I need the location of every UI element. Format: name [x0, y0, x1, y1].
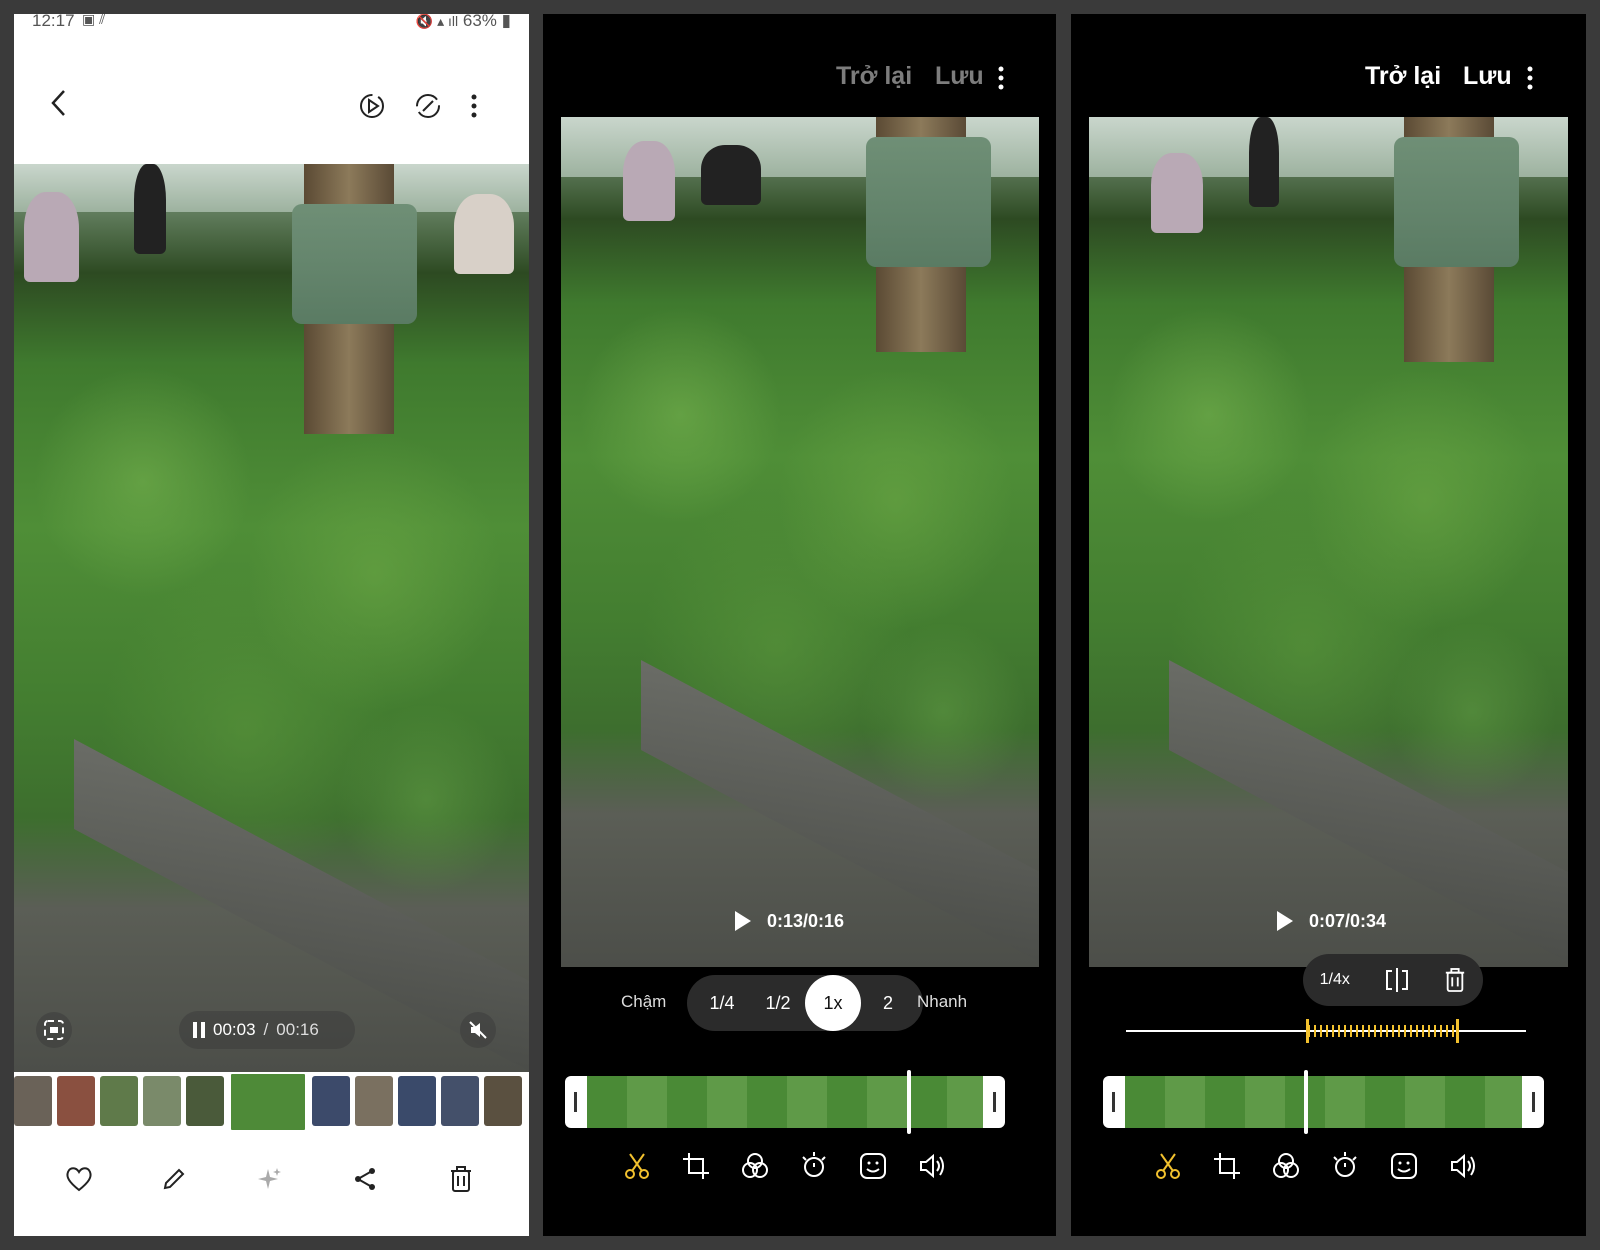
play-icon[interactable]	[733, 909, 753, 933]
time-separator: /	[263, 1020, 269, 1039]
sticker-icon[interactable]	[1382, 1144, 1426, 1188]
play-icon[interactable]	[1275, 909, 1295, 933]
share-icon[interactable]	[345, 1159, 385, 1199]
status-right: 🔇 ▴ ıll 63% ▮	[416, 14, 511, 31]
crop-rotate-icon[interactable]	[674, 1144, 718, 1188]
segment-start-handle[interactable]	[1306, 1019, 1309, 1043]
selected-segment[interactable]	[1308, 1025, 1458, 1037]
mute-icon[interactable]	[460, 1012, 496, 1048]
signal-icons: 🔇 ▴ ıll	[415, 14, 459, 29]
bottom-action-bar	[14, 1154, 529, 1214]
play-controls: 0:13/0:16	[733, 909, 844, 933]
play-time: 0:13/0:16	[767, 910, 845, 931]
battery-level: 63%	[462, 14, 497, 30]
more-vert-icon[interactable]	[989, 62, 1013, 94]
thumbnail[interactable]	[312, 1076, 350, 1126]
volume-icon[interactable]	[1441, 1144, 1485, 1188]
video-frame[interactable]	[14, 164, 529, 1072]
filter-icon[interactable]	[1264, 1144, 1308, 1188]
playhead[interactable]	[1304, 1070, 1308, 1134]
current-thumbnail[interactable]	[229, 1072, 307, 1132]
back-arrow-icon[interactable]	[42, 86, 76, 120]
speed-segment-track[interactable]	[1126, 1019, 1526, 1043]
duration: 00:16	[276, 1020, 319, 1039]
speed-selector[interactable]: 1/4 1/2 1x 2	[687, 975, 923, 1031]
status-bar: 12:17 ▣ ⫽ 🔇 ▴ ıll 63% ▮	[14, 14, 529, 34]
editor-toolbar	[543, 1144, 1056, 1204]
thumbnail[interactable]	[100, 1076, 138, 1126]
current-time: 00:03	[213, 1020, 256, 1039]
thumbnail[interactable]	[398, 1076, 436, 1126]
save-button[interactable]: Lưu	[1463, 62, 1512, 91]
segment-speed-button[interactable]: 1/4x	[1320, 971, 1350, 989]
trash-icon[interactable]	[441, 1159, 481, 1199]
back-button[interactable]: Trở lại	[1365, 62, 1441, 91]
segment-popup: 1/4x	[1303, 954, 1483, 1006]
trash-icon[interactable]	[1444, 967, 1466, 993]
status-time: 12:17	[32, 14, 75, 30]
split-icon[interactable]	[1383, 967, 1411, 993]
video-editor-speed-screen: Trở lại Lưu 0:13/0:16 Chậm 1/4 1/2 1x 2 …	[543, 14, 1056, 1236]
thumbnail[interactable]	[143, 1076, 181, 1126]
trim-bar[interactable]	[565, 1070, 1005, 1134]
trim-start-handle[interactable]	[574, 1092, 577, 1112]
segment-end-handle[interactable]	[1456, 1019, 1459, 1043]
brightness-icon[interactable]	[792, 1144, 836, 1188]
thumbnail-strip[interactable]	[14, 1072, 529, 1132]
sticker-icon[interactable]	[851, 1144, 895, 1188]
play-time: 0:07/0:34	[1309, 910, 1387, 931]
thumbnail[interactable]	[484, 1076, 522, 1126]
motion-play-icon[interactable]	[354, 88, 390, 124]
back-button[interactable]: Trở lại	[836, 62, 912, 91]
trim-scissors-icon[interactable]	[615, 1144, 659, 1188]
trim-start-handle[interactable]	[1112, 1092, 1115, 1112]
timeline-frames	[587, 1076, 983, 1128]
pencil-icon[interactable]	[154, 1159, 194, 1199]
video-preview[interactable]	[1089, 117, 1568, 967]
heart-icon[interactable]	[59, 1159, 99, 1199]
editor-toolbar	[1071, 1144, 1586, 1204]
speed-option-2[interactable]: 2	[863, 975, 913, 1031]
playhead[interactable]	[907, 1070, 911, 1134]
screen-capture-icon[interactable]	[36, 1012, 72, 1048]
battery-icon: ▮	[501, 14, 511, 30]
speed-option-quarter[interactable]: 1/4	[697, 975, 747, 1031]
speed-option-1x[interactable]: 1x	[805, 975, 861, 1031]
timeline-frames	[1125, 1076, 1522, 1128]
video-editor-segment-screen: Trở lại Lưu 0:07/0:34 1/4x	[1071, 14, 1586, 1236]
volume-icon[interactable]	[910, 1144, 954, 1188]
trim-scissors-icon[interactable]	[1146, 1144, 1190, 1188]
crop-rotate-icon[interactable]	[1205, 1144, 1249, 1188]
thumbnail[interactable]	[441, 1076, 479, 1126]
save-button[interactable]: Lưu	[935, 62, 984, 91]
trim-end-handle[interactable]	[993, 1092, 996, 1112]
thumbnail[interactable]	[14, 1076, 52, 1126]
thumbnail[interactable]	[355, 1076, 393, 1126]
fast-label: Nhanh	[917, 992, 968, 1011]
slow-label: Chậm	[621, 992, 667, 1011]
pause-icon[interactable]	[193, 1022, 205, 1038]
gallery-viewer-screen: 12:17 ▣ ⫽ 🔇 ▴ ıll 63% ▮ 00:03 / 00:16	[14, 14, 529, 1236]
trim-bar[interactable]	[1103, 1070, 1544, 1134]
filter-icon[interactable]	[733, 1144, 777, 1188]
speed-option-half[interactable]: 1/2	[753, 975, 803, 1031]
thumbnail[interactable]	[57, 1076, 95, 1126]
rotate-icon[interactable]	[410, 88, 446, 124]
video-preview[interactable]	[561, 117, 1039, 967]
more-vert-icon[interactable]	[462, 88, 486, 124]
notification-icons: ▣ ⫽	[82, 14, 106, 27]
playback-time-pill: 00:03 / 00:16	[179, 1011, 355, 1049]
thumbnail[interactable]	[186, 1076, 224, 1126]
more-vert-icon[interactable]	[1518, 62, 1542, 94]
brightness-icon[interactable]	[1323, 1144, 1367, 1188]
sparkle-icon[interactable]	[250, 1159, 290, 1199]
play-controls: 0:07/0:34	[1275, 909, 1386, 933]
trim-end-handle[interactable]	[1532, 1092, 1535, 1112]
